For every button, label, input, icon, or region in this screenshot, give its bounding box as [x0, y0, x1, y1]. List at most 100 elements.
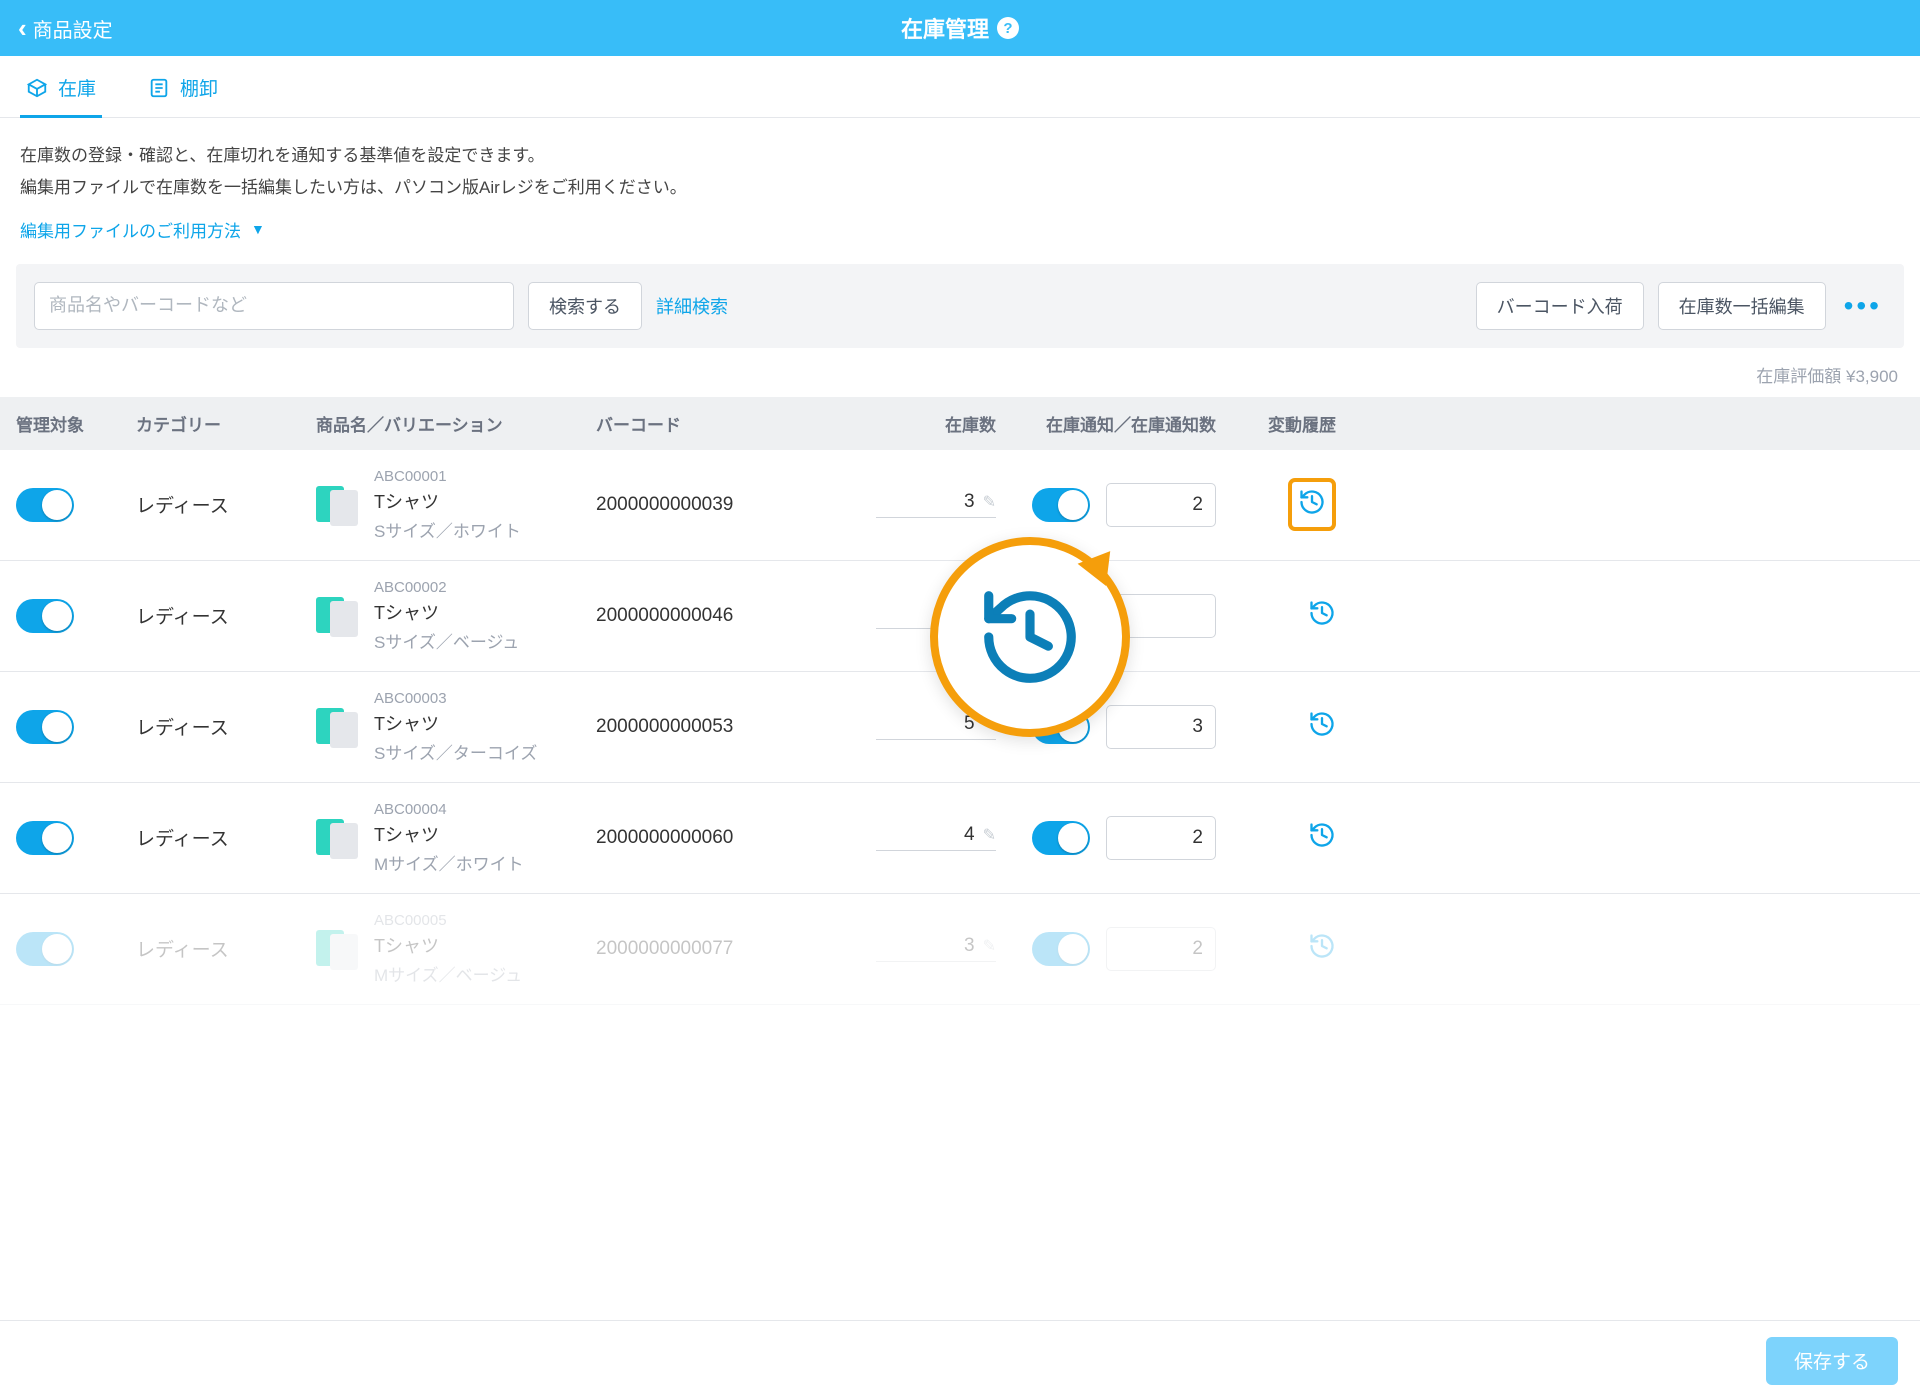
th-managed: 管理対象 [16, 411, 126, 436]
help-icon[interactable]: ? [997, 17, 1019, 39]
page-title: 在庫管理 [901, 12, 989, 44]
th-category: カテゴリー [136, 411, 306, 436]
app-header: ‹ 商品設定 在庫管理 ? [0, 0, 1920, 56]
barcode-cell: 2000000000039 [596, 494, 816, 516]
more-menu-icon[interactable]: ••• [1840, 290, 1886, 322]
managed-toggle[interactable] [16, 932, 74, 966]
category-cell: レディース [136, 713, 306, 740]
table-row: レディース ABC00004 Tシャツ Mサイズ／ホワイト 2000000000… [0, 783, 1920, 894]
category-cell: レディース [136, 935, 306, 962]
product-name: Tシャツ [374, 932, 522, 958]
th-stock: 在庫数 [826, 411, 996, 436]
table-wrap: 管理対象 カテゴリー 商品名／バリエーション バーコード 在庫数 在庫通知／在庫… [0, 397, 1920, 1095]
barcode-cell: 2000000000046 [596, 605, 816, 627]
history-large-icon [975, 582, 1085, 692]
product-thumbnail-icon [316, 704, 362, 750]
desc-line-2: 編集用ファイルで在庫数を一括編集したい方は、パソコン版Airレジをご利用ください… [20, 172, 1900, 204]
managed-toggle[interactable] [16, 821, 74, 855]
pencil-icon: ✎ [983, 936, 996, 956]
product-thumbnail-icon [316, 926, 362, 972]
notify-toggle[interactable] [1032, 821, 1090, 855]
notify-cell [1006, 927, 1216, 971]
th-product: 商品名／バリエーション [316, 411, 586, 436]
tab-stock-label: 在庫 [58, 74, 96, 101]
tab-stock[interactable]: 在庫 [20, 56, 102, 117]
managed-toggle[interactable] [16, 488, 74, 522]
product-thumbnail-icon [316, 593, 362, 639]
barcode-arrival-button[interactable]: バーコード入荷 [1476, 282, 1644, 330]
notify-toggle[interactable] [1032, 488, 1090, 522]
table-header: 管理対象 カテゴリー 商品名／バリエーション バーコード 在庫数 在庫通知／在庫… [0, 397, 1920, 450]
managed-toggle[interactable] [16, 710, 74, 744]
product-cell: ABC00003 Tシャツ Sサイズ／ターコイズ [316, 690, 586, 764]
history-button-highlighted[interactable] [1288, 478, 1336, 531]
th-history: 変動履歴 [1226, 411, 1336, 436]
product-name: Tシャツ [374, 821, 524, 847]
stock-field[interactable]: 3 ✎ [876, 491, 996, 518]
th-barcode: バーコード [596, 411, 816, 436]
product-variation: Sサイズ／ターコイズ [374, 739, 537, 764]
back-button[interactable]: ‹ 商品設定 [0, 13, 113, 44]
product-name: Tシャツ [374, 599, 519, 625]
stock-valuation: 在庫評価額 ¥3,900 [0, 348, 1920, 397]
search-input[interactable] [34, 282, 514, 330]
notify-count-input[interactable] [1106, 927, 1216, 971]
history-icon [1298, 488, 1326, 516]
pencil-icon: ✎ [983, 825, 996, 845]
notify-count-input[interactable] [1106, 816, 1216, 860]
product-thumbnail-icon [316, 815, 362, 861]
product-sku: ABC00005 [374, 912, 522, 929]
category-cell: レディース [136, 602, 306, 629]
product-sku: ABC00002 [374, 579, 519, 596]
toolbar: 検索する 詳細検索 バーコード入荷 在庫数一括編集 ••• [16, 264, 1904, 348]
product-thumbnail-icon [316, 482, 362, 528]
checklist-icon [148, 77, 170, 99]
save-button[interactable]: 保存する [1766, 1337, 1898, 1385]
box-icon [26, 77, 48, 99]
notify-toggle[interactable] [1032, 932, 1090, 966]
category-cell: レディース [136, 824, 306, 851]
notify-count-input[interactable] [1106, 705, 1216, 749]
barcode-cell: 2000000000060 [596, 827, 816, 849]
advanced-search-link[interactable]: 詳細検索 [656, 293, 728, 319]
product-sku: ABC00001 [374, 468, 521, 485]
bulk-edit-button[interactable]: 在庫数一括編集 [1658, 282, 1826, 330]
stock-field[interactable]: 3 ✎ [876, 935, 996, 962]
barcode-cell: 2000000000053 [596, 716, 816, 738]
product-cell: ABC00001 Tシャツ Sサイズ／ホワイト [316, 468, 586, 542]
history-button[interactable] [1308, 821, 1336, 849]
notify-cell [1006, 483, 1216, 527]
search-button[interactable]: 検索する [528, 282, 642, 330]
tab-inventory[interactable]: 棚卸 [142, 56, 224, 117]
table-row: レディース ABC00001 Tシャツ Sサイズ／ホワイト 2000000000… [0, 450, 1920, 561]
tab-inventory-label: 棚卸 [180, 74, 218, 101]
history-button[interactable] [1308, 599, 1336, 627]
file-usage-label: 編集用ファイルのご利用方法 [20, 217, 241, 242]
title-wrap: 在庫管理 ? [901, 12, 1019, 44]
file-usage-link[interactable]: 編集用ファイルのご利用方法 ▼ [20, 217, 1900, 242]
table-row: レディース ABC00005 Tシャツ Mサイズ／ベージュ 2000000000… [0, 894, 1920, 1005]
managed-toggle[interactable] [16, 599, 74, 633]
history-button[interactable] [1308, 710, 1336, 738]
stock-value: 4 [964, 824, 975, 846]
pencil-icon: ✎ [983, 492, 996, 512]
product-variation: Sサイズ／ホワイト [374, 517, 521, 542]
description-block: 在庫数の登録・確認と、在庫切れを通知する基準値を設定できます。 編集用ファイルで… [0, 118, 1920, 258]
history-button[interactable] [1308, 932, 1336, 960]
product-sku: ABC00003 [374, 690, 537, 707]
product-cell: ABC00004 Tシャツ Mサイズ／ホワイト [316, 801, 586, 875]
chevron-left-icon: ‹ [18, 13, 27, 44]
tabs: 在庫 棚卸 [0, 56, 1920, 118]
product-cell: ABC00005 Tシャツ Mサイズ／ベージュ [316, 912, 586, 986]
category-cell: レディース [136, 491, 306, 518]
barcode-cell: 2000000000077 [596, 938, 816, 960]
stock-field[interactable]: 4 ✎ [876, 824, 996, 851]
product-name: Tシャツ [374, 488, 521, 514]
stock-value: 3 [964, 491, 975, 513]
product-sku: ABC00004 [374, 801, 524, 818]
notify-count-input[interactable] [1106, 483, 1216, 527]
product-name: Tシャツ [374, 710, 537, 736]
footer-bar: 保存する [0, 1320, 1920, 1400]
product-variation: Mサイズ／ホワイト [374, 850, 524, 875]
chevron-down-icon: ▼ [251, 221, 265, 237]
